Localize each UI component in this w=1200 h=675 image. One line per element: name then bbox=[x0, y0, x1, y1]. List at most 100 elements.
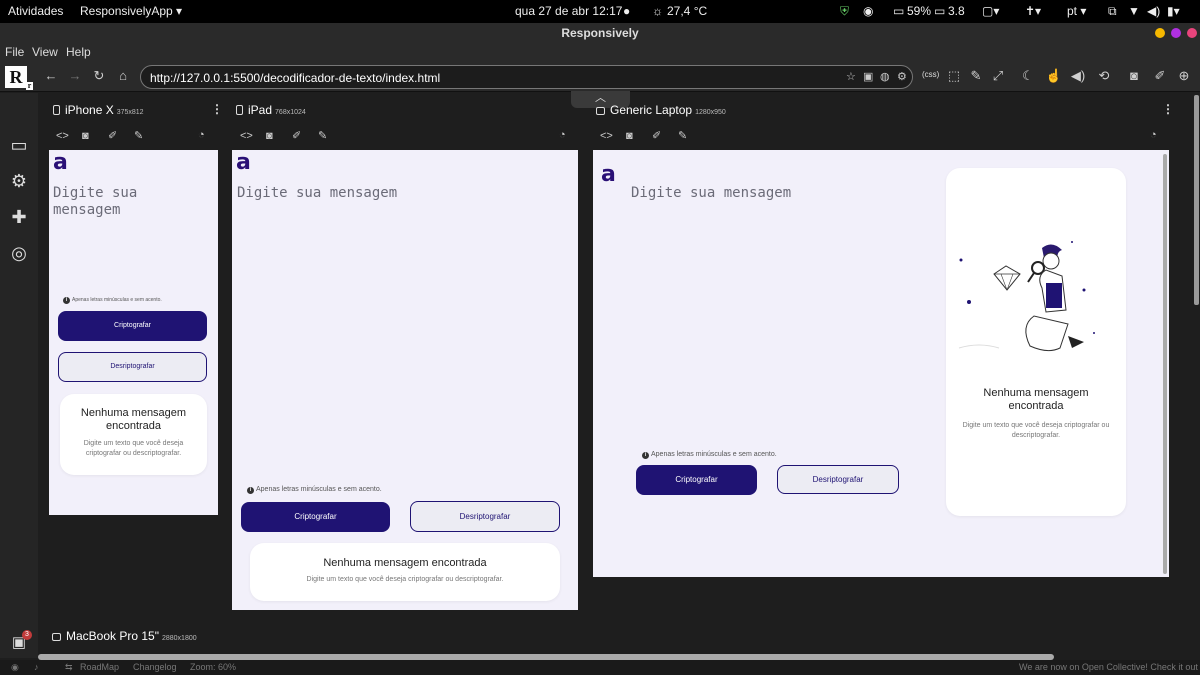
message-input[interactable]: Digite sua mensagem bbox=[53, 185, 213, 219]
screenshot-icon[interactable]: ◙ bbox=[626, 130, 652, 142]
zoom-icon[interactable]: ⊕ bbox=[1175, 68, 1193, 84]
encrypt-button[interactable]: Criptografar bbox=[241, 502, 390, 532]
maximize-button[interactable] bbox=[1171, 28, 1181, 38]
decrypt-button[interactable]: Desriptografar bbox=[777, 465, 899, 494]
close-button[interactable] bbox=[1187, 28, 1197, 38]
app-logo: Rr bbox=[5, 66, 33, 90]
star-icon[interactable]: ☆ bbox=[846, 70, 856, 83]
rotate-device-icon[interactable]: ◔ bbox=[559, 129, 566, 141]
rotate-device-icon[interactable]: ◔ bbox=[198, 129, 205, 141]
menu-view[interactable]: View bbox=[32, 45, 58, 59]
activities-button[interactable]: Atividades bbox=[8, 4, 63, 18]
twitter-icon[interactable]: ♪ bbox=[34, 662, 39, 672]
css-editor-button[interactable]: (css) bbox=[922, 70, 939, 79]
hint-label: Apenas letras minúsculas e sem acento. bbox=[256, 486, 382, 493]
screenshot-icon[interactable]: ▣ bbox=[863, 70, 873, 83]
back-icon[interactable]: ← bbox=[42, 68, 60, 83]
reload-icon[interactable]: ↻ bbox=[90, 68, 108, 84]
screenshot-icon[interactable]: ◙ bbox=[266, 130, 292, 142]
mute-icon[interactable]: ◀) bbox=[1069, 68, 1087, 84]
device-name: iPhone X bbox=[65, 103, 114, 117]
changelog-link[interactable]: Changelog bbox=[133, 662, 177, 672]
rotate-icon[interactable]: ⟲ bbox=[1095, 68, 1113, 84]
accessibility-icon[interactable]: ✝▾ bbox=[1025, 4, 1041, 18]
expand-icon[interactable]: ⤢ bbox=[989, 68, 1007, 84]
encrypt-button[interactable]: Criptografar bbox=[58, 311, 207, 341]
info-icon: i bbox=[247, 487, 254, 494]
edit-icon[interactable]: ✎ bbox=[967, 68, 985, 84]
eyedropper-icon[interactable]: ✐ bbox=[1151, 68, 1169, 84]
roadmap-link[interactable]: RoadMap bbox=[80, 662, 119, 672]
eyedropper-icon[interactable]: ✐ bbox=[652, 129, 678, 142]
open-collective-notice[interactable]: We are now on Open Collective! Check it … bbox=[1019, 662, 1198, 672]
menu-bar: File View Help bbox=[0, 43, 1200, 62]
search-illustration bbox=[958, 241, 1095, 352]
screen-iphone: a Digite sua mensagem i Apenas letras min… bbox=[49, 150, 218, 515]
decrypt-button[interactable]: Desriptografar bbox=[410, 501, 560, 532]
settings-gear-icon[interactable]: ⚙ bbox=[7, 171, 31, 192]
power-icon[interactable]: ▮▾ bbox=[1167, 4, 1180, 18]
camera-icon[interactable]: ◙ bbox=[1125, 68, 1143, 83]
edit-icon[interactable]: ✎ bbox=[134, 129, 160, 142]
code-icon[interactable]: <> bbox=[56, 130, 82, 142]
wifi-icon[interactable]: ▼ bbox=[1128, 4, 1140, 18]
code-icon[interactable]: <> bbox=[600, 130, 626, 142]
weather-icon: ☼ bbox=[652, 4, 663, 18]
roadmap-icon: ⇆ bbox=[65, 662, 73, 672]
volume-icon[interactable]: ◀) bbox=[1147, 4, 1160, 18]
eyedropper-icon[interactable]: ✐ bbox=[108, 129, 134, 142]
display-icon[interactable]: ⧉ bbox=[1108, 4, 1117, 19]
device-menu-icon[interactable]: ⋮ bbox=[1162, 102, 1174, 116]
monitor-icon: ▭ bbox=[934, 4, 946, 18]
weather-temp[interactable]: 27,4 °C bbox=[667, 4, 707, 18]
edit-icon[interactable]: ✎ bbox=[318, 129, 344, 142]
touch-icon[interactable]: ☝ bbox=[1045, 68, 1063, 84]
app-vertical-scrollbar[interactable] bbox=[1194, 95, 1199, 305]
device-menu-icon[interactable]: ⋮ bbox=[211, 102, 223, 116]
language-selector[interactable]: pt ▾ bbox=[1067, 4, 1086, 18]
device-header-ipad: iPad 768x1024 bbox=[236, 103, 306, 117]
battery-level[interactable]: 59% bbox=[907, 4, 931, 18]
vertical-scrollbar[interactable] bbox=[1163, 154, 1167, 574]
menu-file[interactable]: File bbox=[5, 45, 24, 59]
extensions-icon[interactable]: ✚ bbox=[7, 207, 31, 228]
url-input[interactable] bbox=[150, 69, 830, 86]
clear-cache-icon[interactable]: ◍ bbox=[880, 70, 890, 83]
gamepad-icon[interactable]: ◉ bbox=[863, 4, 873, 18]
dark-mode-icon[interactable]: ☾ bbox=[1019, 68, 1037, 84]
home-icon[interactable]: ⌂ bbox=[114, 68, 132, 83]
devices-icon[interactable]: ▭ bbox=[7, 135, 31, 156]
message-input[interactable]: Digite sua mensagem bbox=[631, 185, 931, 202]
device-name: iPad bbox=[248, 103, 273, 117]
edit-icon[interactable]: ✎ bbox=[678, 129, 704, 142]
globe-icon[interactable]: ◎ bbox=[7, 243, 31, 264]
laptop-icon bbox=[52, 633, 61, 641]
device-dim: 375x812 bbox=[116, 109, 144, 116]
device-header-iphone: iPhone X 375x812 bbox=[53, 103, 144, 117]
screen-laptop: a Digite sua mensagem i Apenas letras min… bbox=[593, 150, 1169, 577]
github-icon[interactable]: ◉ bbox=[11, 662, 19, 673]
cpu-load[interactable]: 3.8 bbox=[948, 4, 965, 18]
eyedropper-icon[interactable]: ✐ bbox=[292, 129, 318, 142]
device-dim: 2880x1800 bbox=[161, 635, 197, 642]
app-menu[interactable]: ResponsivelyApp ▾ bbox=[80, 4, 182, 18]
menu-help[interactable]: Help bbox=[66, 45, 91, 59]
code-icon[interactable]: <> bbox=[240, 130, 266, 142]
settings-icon[interactable]: ⚙ bbox=[897, 70, 907, 83]
shield-icon[interactable]: ⛨ bbox=[840, 4, 849, 19]
hint-label: Apenas letras minúsculas e sem acento. bbox=[651, 451, 777, 458]
clock[interactable]: qua 27 de abr 12:17 bbox=[515, 4, 622, 18]
minimize-button[interactable] bbox=[1155, 28, 1165, 38]
info-icon: i bbox=[63, 297, 70, 304]
hint-text: i Apenas letras minúsculas e sem acento. bbox=[63, 297, 162, 304]
screenshot-icon[interactable]: ◙ bbox=[82, 130, 108, 142]
address-bar[interactable]: ☆ ▣ ◍ ⚙ bbox=[140, 65, 913, 89]
forward-icon[interactable]: → bbox=[66, 68, 84, 83]
clipboard-icon[interactable]: ▢▾ bbox=[982, 4, 999, 18]
battery-icon: ▭ bbox=[893, 4, 905, 18]
message-input[interactable]: Digite sua mensagem bbox=[237, 185, 567, 202]
decrypt-button[interactable]: Desriptografar bbox=[58, 352, 207, 382]
encrypt-button[interactable]: Criptografar bbox=[636, 465, 757, 495]
rotate-device-icon[interactable]: ◔ bbox=[1150, 129, 1157, 141]
inspect-icon[interactable]: ⬚ bbox=[945, 68, 963, 84]
